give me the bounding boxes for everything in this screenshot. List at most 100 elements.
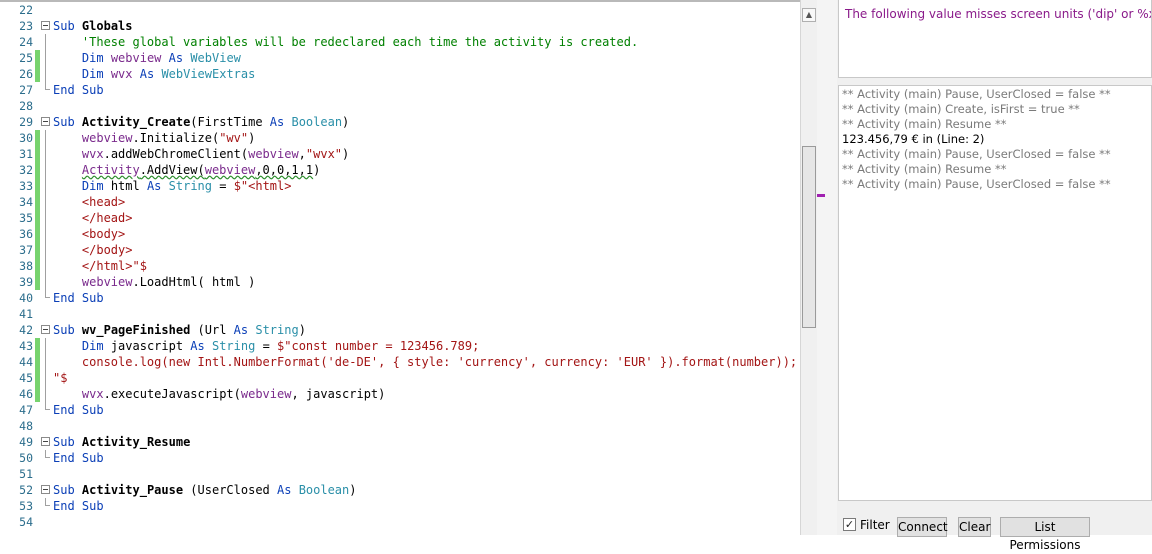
log-list[interactable]: ** Activity (main) Pause, UserClosed = f… xyxy=(838,85,1152,501)
collapse-minus-icon[interactable] xyxy=(41,21,50,30)
code-text[interactable]: Sub Activity_Pause (UserClosed As Boolea… xyxy=(53,482,357,498)
warning-message[interactable]: The following value misses screen units … xyxy=(845,7,1151,21)
code-line[interactable]: 50 End Sub xyxy=(0,450,800,466)
code-line[interactable]: 29 Sub Activity_Create(FirstTime As Boole… xyxy=(0,114,800,130)
code-line[interactable]: 38 </html>"$ xyxy=(0,258,800,274)
code-text[interactable]: <head> xyxy=(53,194,125,210)
log-line[interactable]: ** Activity (main) Resume ** xyxy=(839,117,1151,132)
marker-margin xyxy=(817,0,837,535)
code-text[interactable]: Sub Globals xyxy=(53,18,133,34)
clear-button[interactable]: Clear xyxy=(958,517,991,537)
code-text[interactable]: wvx.addWebChromeClient(webview,"wvx") xyxy=(53,146,349,162)
log-line[interactable]: 123.456,79 € in (Line: 2) xyxy=(839,132,1151,147)
collapse-minus-icon[interactable] xyxy=(41,485,50,494)
log-line[interactable]: ** Activity (main) Create, isFirst = tru… xyxy=(839,102,1151,117)
code-text[interactable]: End Sub xyxy=(53,290,104,306)
log-line[interactable]: ** Activity (main) Resume ** xyxy=(839,162,1151,177)
code-text[interactable]: Dim javascript As String = $"const numbe… xyxy=(53,338,479,354)
code-line[interactable]: 39 webview.LoadHtml( html ) xyxy=(0,274,800,290)
code-token: End Sub xyxy=(53,83,104,97)
code-token: , javascript) xyxy=(291,387,386,401)
code-line[interactable]: 47 End Sub xyxy=(0,402,800,418)
filter-checkbox[interactable]: ✓ xyxy=(843,518,856,531)
fold-guide xyxy=(45,242,46,258)
warning-marker[interactable] xyxy=(817,194,825,197)
list-permissions-button[interactable]: List Permissions xyxy=(1000,517,1090,552)
code-text[interactable]: Sub Activity_Create(FirstTime As Boolean… xyxy=(53,114,349,130)
code-line[interactable]: 28 xyxy=(0,98,800,114)
code-text[interactable]: 'These global variables will be redeclar… xyxy=(53,34,638,50)
changed-line-marker xyxy=(35,66,40,82)
code-text[interactable]: End Sub xyxy=(53,450,104,466)
log-line[interactable]: ** Activity (main) Pause, UserClosed = f… xyxy=(839,87,1151,102)
code-line[interactable]: 26 Dim wvx As WebViewExtras xyxy=(0,66,800,82)
code-line[interactable]: 32 Activity.AddView(webview,0,0,1,1) xyxy=(0,162,800,178)
code-line[interactable]: 52 Sub Activity_Pause (UserClosed As Bool… xyxy=(0,482,800,498)
code-text[interactable]: End Sub xyxy=(53,498,104,514)
code-text[interactable]: Sub wv_PageFinished (Url As String) xyxy=(53,322,306,338)
code-text[interactable]: End Sub xyxy=(53,402,104,418)
code-line[interactable]: 46 wvx.executeJavascript(webview, javasc… xyxy=(0,386,800,402)
code-line[interactable]: 25 Dim webview As WebView xyxy=(0,50,800,66)
code-line[interactable]: 45 "$ xyxy=(0,370,800,386)
scroll-up-arrow-icon[interactable]: ▲ xyxy=(802,8,816,22)
log-line[interactable]: ** Activity (main) Pause, UserClosed = f… xyxy=(839,147,1151,162)
code-editor[interactable]: 22 23 Sub Globals 24 'These global variable… xyxy=(0,0,800,535)
line-number: 42 xyxy=(19,323,33,337)
code-line[interactable]: 43 Dim javascript As String = $"const nu… xyxy=(0,338,800,354)
collapse-minus-icon[interactable] xyxy=(41,117,50,126)
code-line[interactable]: 51 xyxy=(0,466,800,482)
code-line[interactable]: 35 </head> xyxy=(0,210,800,226)
line-number: 36 xyxy=(19,227,33,241)
filter-label[interactable]: Filter xyxy=(860,518,890,532)
collapse-minus-icon[interactable] xyxy=(41,437,50,446)
changed-line-marker xyxy=(35,210,40,226)
code-text[interactable]: </body> xyxy=(53,242,133,258)
code-text[interactable]: </head> xyxy=(53,210,133,226)
code-token: Activity_Resume xyxy=(81,435,191,449)
code-text[interactable]: Dim html As String = $"<html> xyxy=(53,178,292,194)
code-line[interactable]: 37 </body> xyxy=(0,242,800,258)
code-line[interactable]: 53 End Sub xyxy=(0,498,800,514)
log-line[interactable]: ** Activity (main) Pause, UserClosed = f… xyxy=(839,177,1151,192)
code-line[interactable]: 34 <head> xyxy=(0,194,800,210)
editor-vertical-scrollbar[interactable]: ▲ xyxy=(800,0,817,535)
code-text[interactable]: <body> xyxy=(53,226,125,242)
code-text[interactable]: Activity.AddView(webview,0,0,1,1) xyxy=(53,162,320,178)
warnings-list[interactable]: The following value misses screen units … xyxy=(838,0,1152,78)
code-line[interactable]: 49 Sub Activity_Resume xyxy=(0,434,800,450)
code-text[interactable]: webview.LoadHtml( html ) xyxy=(53,274,255,290)
code-text[interactable]: </html>"$ xyxy=(53,258,147,274)
code-line[interactable]: 42 Sub wv_PageFinished (Url As String) xyxy=(0,322,800,338)
connect-button[interactable]: Connect xyxy=(897,517,948,537)
code-line[interactable]: 48 xyxy=(0,418,800,434)
code-line[interactable]: 36 <body> xyxy=(0,226,800,242)
code-text[interactable]: webview.Initialize("wv") xyxy=(53,130,255,146)
code-text[interactable]: Dim webview As WebView xyxy=(53,50,241,66)
code-text[interactable]: console.log(new Intl.NumberFormat('de-DE… xyxy=(53,354,797,370)
code-line[interactable]: 41 xyxy=(0,306,800,322)
code-line[interactable]: 33 Dim html As String = $"<html> xyxy=(0,178,800,194)
code-text[interactable]: End Sub xyxy=(53,82,104,98)
scrollbar-thumb[interactable] xyxy=(802,146,816,328)
code-line[interactable]: 30 webview.Initialize("wv") xyxy=(0,130,800,146)
code-line[interactable]: 27 End Sub xyxy=(0,82,800,98)
code-text[interactable]: wvx.executeJavascript(webview, javascrip… xyxy=(53,386,385,402)
code-text[interactable]: Sub Activity_Resume xyxy=(53,434,190,450)
code-line[interactable]: 31 wvx.addWebChromeClient(webview,"wvx") xyxy=(0,146,800,162)
code-line[interactable]: 40 End Sub xyxy=(0,290,800,306)
code-text[interactable]: Dim wvx As WebViewExtras xyxy=(53,66,255,82)
code-line[interactable]: 44 console.log(new Intl.NumberFormat('de… xyxy=(0,354,800,370)
code-token: String xyxy=(255,323,299,337)
code-text[interactable]: "$ xyxy=(53,370,67,386)
code-line[interactable]: 24 'These global variables will be redec… xyxy=(0,34,800,50)
collapse-minus-icon[interactable] xyxy=(41,325,50,334)
code-line[interactable]: 23 Sub Globals xyxy=(0,18,800,34)
code-token: Globals xyxy=(81,19,133,33)
code-line[interactable]: 54 xyxy=(0,514,800,530)
code-line[interactable]: 22 xyxy=(0,2,800,18)
